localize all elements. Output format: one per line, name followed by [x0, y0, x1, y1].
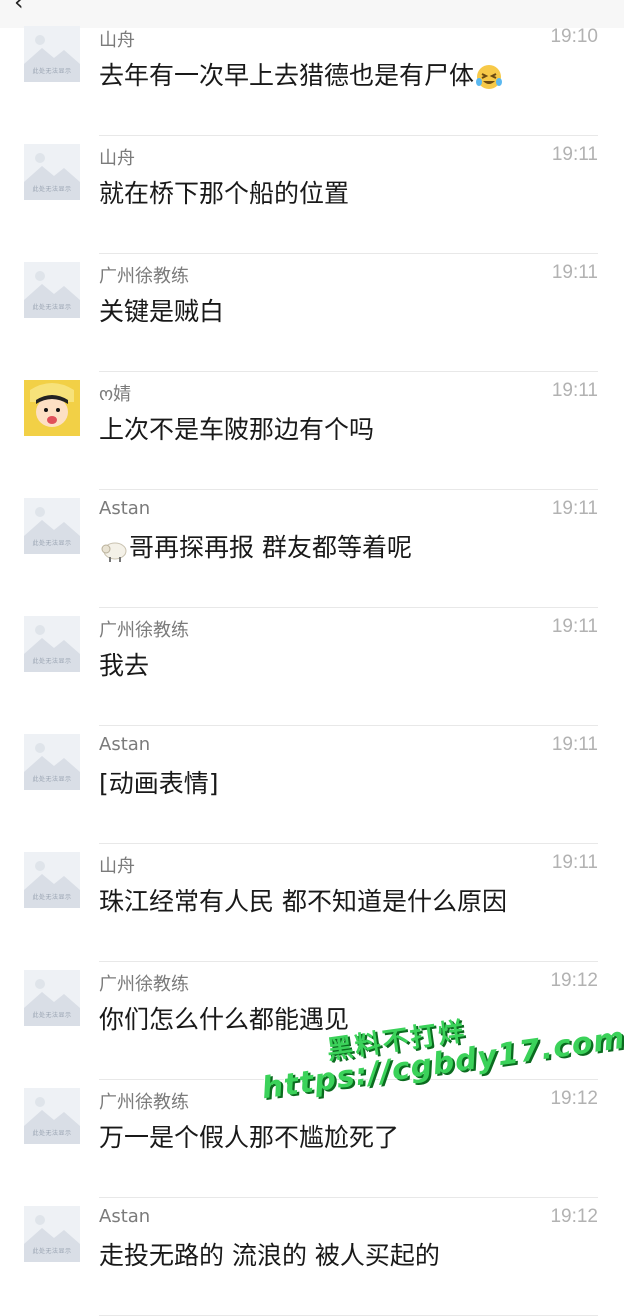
chat-message[interactable]: 此处无法显示 山舟 19:11 就在桥下那个船的位置	[0, 136, 624, 254]
message-text-row[interactable]: 走投无路的 流浪的 被人买起的	[99, 1238, 440, 1274]
avatar-placeholder-label: 此处无法显示	[32, 1012, 72, 1019]
avatar[interactable]: 此处无法显示	[24, 734, 80, 790]
chat-message[interactable]: 此处无法显示 广州徐教练 19:12 你们怎么什么都能遇见	[0, 962, 624, 1080]
message-text: 关键是贼白	[99, 297, 225, 326]
sender-name: ო婧	[99, 384, 132, 405]
message-text-row[interactable]: 关键是贼白	[99, 294, 224, 330]
message-time: 19:11	[551, 852, 598, 873]
message-time: 19:11	[551, 498, 598, 519]
chat-message[interactable]: ო婧 19:11 上次不是车陂那边有个吗	[0, 372, 624, 490]
chat-message[interactable]: 此处无法显示 广州徐教练 19:12 万一是个假人那不尴尬死了	[0, 1080, 624, 1198]
avatar-placeholder-label: 此处无法显示	[32, 1248, 72, 1255]
avatar[interactable]: 此处无法显示	[24, 26, 80, 82]
avatar-placeholder-label: 此处无法显示	[32, 186, 72, 193]
message-text: 走投无路的 流浪的 被人买起的	[99, 1241, 440, 1270]
sender-name: 山舟	[99, 30, 135, 51]
message-text-row[interactable]: 上次不是车陂那边有个吗	[99, 412, 374, 448]
avatar[interactable]	[24, 380, 80, 436]
sender-name: 广州徐教练	[99, 620, 189, 641]
avatar[interactable]: 此处无法显示	[24, 616, 80, 672]
avatar-placeholder-label: 此处无法显示	[32, 304, 72, 311]
message-text: 我去	[99, 651, 150, 680]
message-time: 19:11	[551, 144, 598, 165]
sender-name: Astan	[99, 734, 151, 755]
avatar[interactable]: 此处无法显示	[24, 970, 80, 1026]
message-text-row[interactable]: 你们怎么什么都能遇见	[99, 1002, 349, 1038]
chat-message[interactable]: 此处无法显示 Astan 19:11 [动画表情]	[0, 726, 624, 844]
message-text-row[interactable]: 去年有一次早上去猎德也是有尸体	[99, 58, 504, 94]
message-text: 你们怎么什么都能遇见	[99, 1005, 350, 1034]
sender-name: 山舟	[99, 856, 135, 877]
message-time: 19:11	[551, 262, 598, 283]
avatar[interactable]: 此处无法显示	[24, 852, 80, 908]
chat-message[interactable]: 此处无法显示 山舟 19:10 去年有一次早上去猎德也是有尸体	[0, 18, 624, 136]
avatar[interactable]: 此处无法显示	[24, 1088, 80, 1144]
message-text: 就在桥下那个船的位置	[99, 179, 350, 208]
chat-message[interactable]: 此处无法显示 广州徐教练 19:11 关键是贼白	[0, 254, 624, 372]
sheep-icon	[99, 534, 129, 564]
sender-name: 广州徐教练	[99, 266, 189, 287]
avatar[interactable]: 此处无法显示	[24, 144, 80, 200]
chat-message[interactable]: 此处无法显示 Astan 19:12 走投无路的 流浪的 被人买起的	[0, 1198, 624, 1316]
message-text: 哥再探再报 群友都等着呢	[129, 533, 412, 562]
message-text: [动画表情]	[99, 769, 219, 798]
sender-name: 广州徐教练	[99, 1092, 189, 1113]
chat-message[interactable]: 此处无法显示 山舟 19:11 珠江经常有人民 都不知道是什么原因	[0, 844, 624, 962]
avatar-placeholder-label: 此处无法显示	[32, 1130, 72, 1137]
message-text-row[interactable]: 万一是个假人那不尴尬死了	[99, 1120, 399, 1156]
avatar-placeholder-label: 此处无法显示	[32, 894, 72, 901]
message-time: 19:11	[551, 734, 598, 755]
avatar-placeholder-label: 此处无法显示	[32, 540, 72, 547]
chat-message[interactable]: 此处无法显示 广州徐教练 19:11 我去	[0, 608, 624, 726]
avatar-placeholder-label: 此处无法显示	[32, 658, 72, 665]
message-text-row[interactable]: 我去	[99, 648, 149, 684]
sender-name: Astan	[99, 1206, 151, 1227]
avatar[interactable]: 此处无法显示	[24, 262, 80, 318]
message-text-row[interactable]: [动画表情]	[99, 766, 219, 802]
message-time: 19:12	[550, 970, 598, 991]
avatar[interactable]: 此处无法显示	[24, 498, 80, 554]
message-list: 此处无法显示 山舟 19:10 去年有一次早上去猎德也是有尸体 此处无法显示 山舟 19:1…	[0, 18, 624, 1316]
message-text-row[interactable]: 哥再探再报 群友都等着呢	[99, 530, 412, 566]
message-text: 上次不是车陂那边有个吗	[99, 415, 375, 444]
message-time: 19:12	[550, 1206, 598, 1227]
sender-name: 山舟	[99, 148, 135, 169]
avatar-placeholder-label: 此处无法显示	[32, 68, 72, 75]
message-time: 19:10	[550, 26, 598, 47]
sender-name: Astan	[99, 498, 151, 519]
message-text: 珠江经常有人民 都不知道是什么原因	[99, 887, 507, 916]
message-time: 19:12	[550, 1088, 598, 1109]
message-time: 19:11	[551, 380, 598, 401]
message-text: 去年有一次早上去猎德也是有尸体	[99, 61, 475, 90]
chevron-left-icon[interactable]: ‹	[14, 0, 24, 14]
chat-message[interactable]: 此处无法显示 Astan 19:11 哥再探再报 群友都等着呢	[0, 490, 624, 608]
laughing-crying-icon	[474, 62, 504, 92]
avatar-placeholder-label: 此处无法显示	[32, 776, 72, 783]
message-text-row[interactable]: 就在桥下那个船的位置	[99, 176, 349, 212]
message-time: 19:11	[551, 616, 598, 637]
avatar[interactable]: 此处无法显示	[24, 1206, 80, 1262]
message-text-row[interactable]: 珠江经常有人民 都不知道是什么原因	[99, 884, 507, 920]
message-text: 万一是个假人那不尴尬死了	[99, 1123, 400, 1152]
sender-name: 广州徐教练	[99, 974, 189, 995]
